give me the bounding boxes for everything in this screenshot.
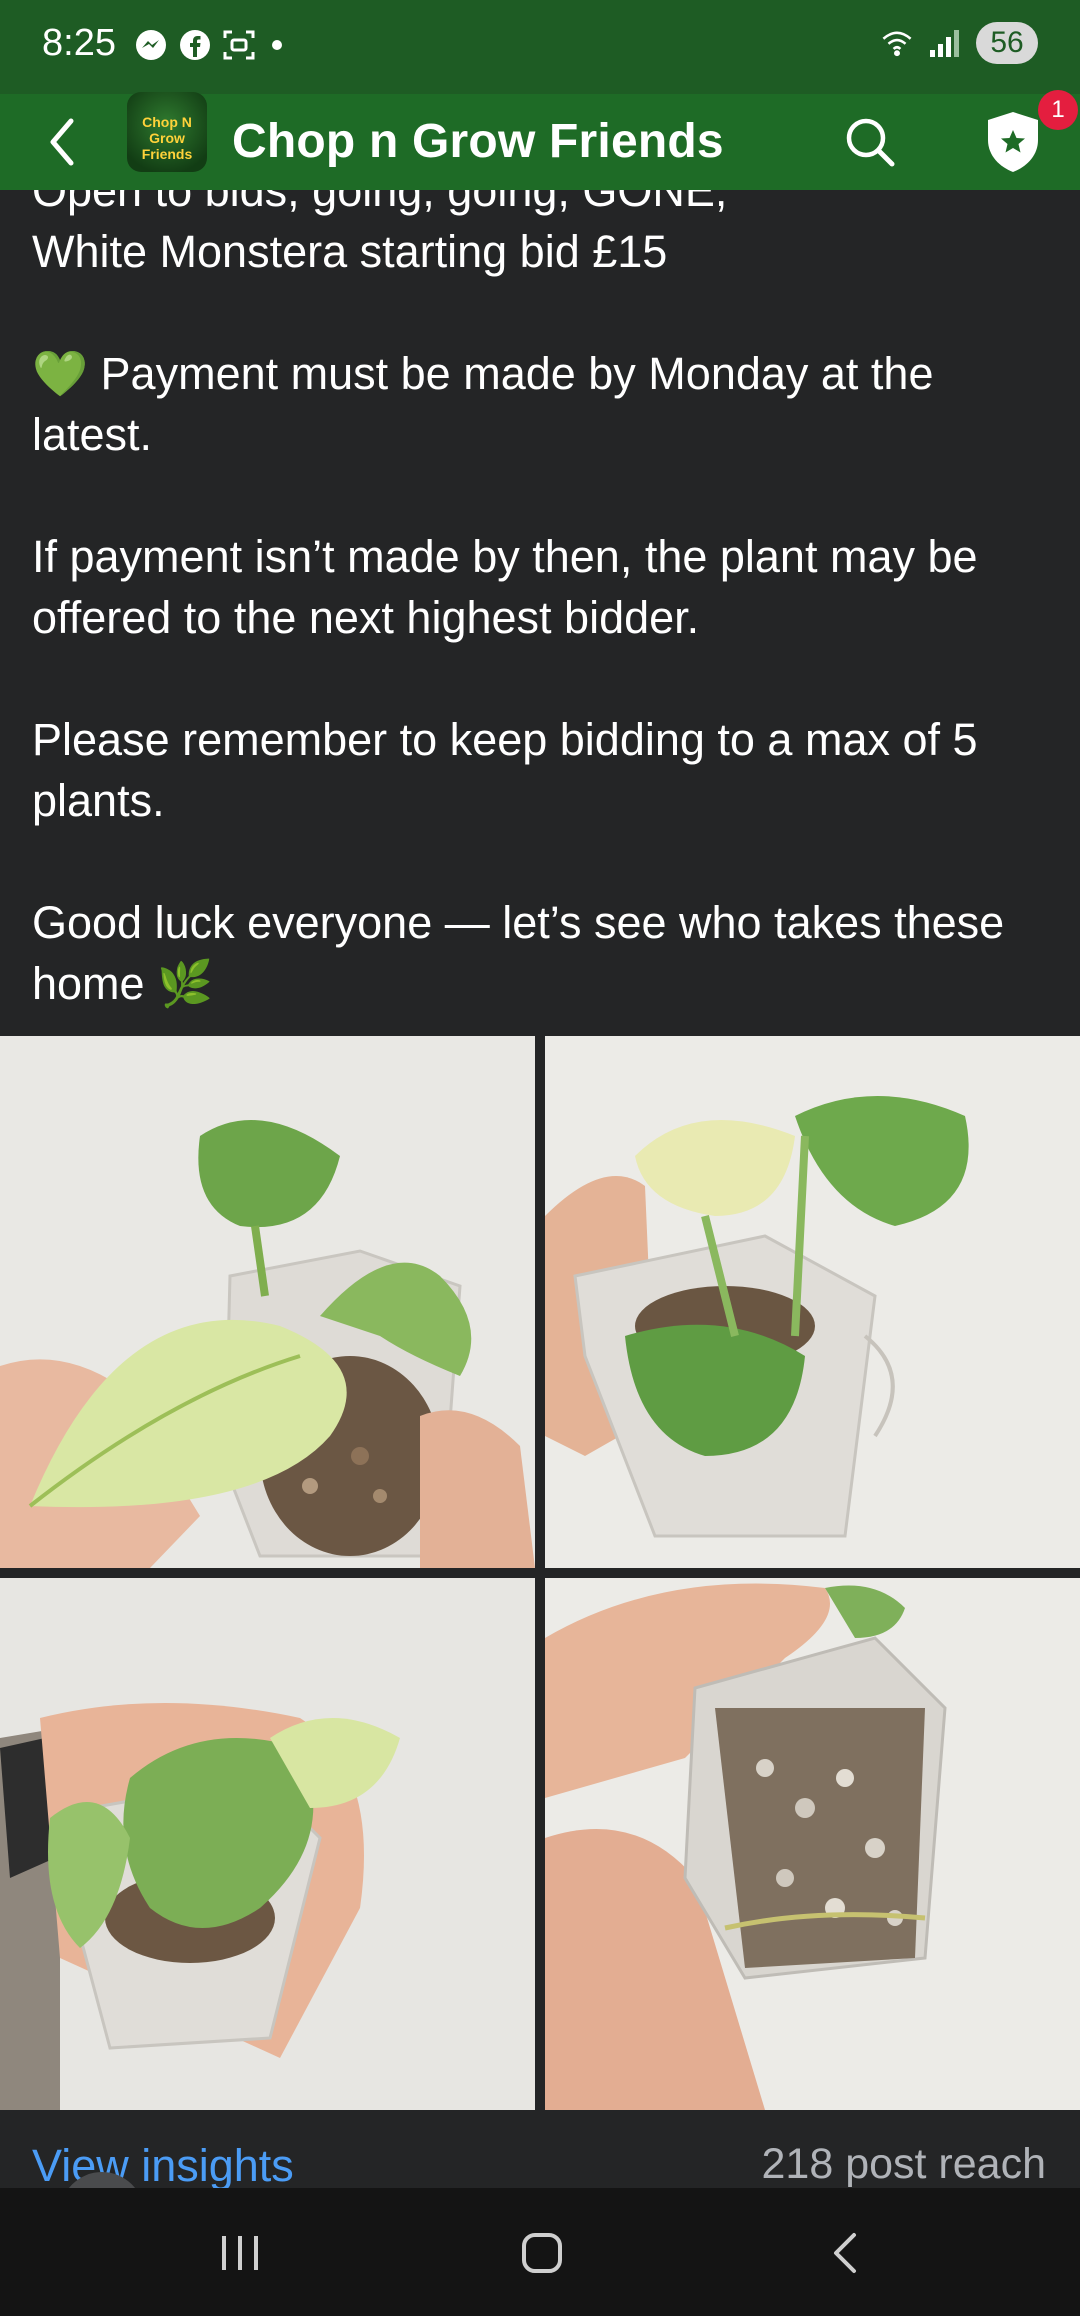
plant-photo-2[interactable] [545, 1036, 1080, 1568]
status-bar: 8:25 56 [0, 0, 1080, 94]
payment-rule-text: If payment isn’t made by then, the plant… [32, 531, 978, 643]
post-body: Open to bids, going, going, GONE, White … [0, 190, 1080, 1036]
admin-tools-button[interactable] [978, 106, 1048, 176]
back-icon [834, 2233, 856, 2273]
payment-text: 💚 Payment must be made by Monday at the … [32, 348, 934, 460]
facebook-icon [178, 28, 212, 62]
post-line-1: Open to bids, going, going, GONE, [32, 190, 728, 216]
notification-icons [134, 28, 282, 62]
post-line-2: White Monstera starting bid £15 [32, 226, 668, 277]
group-name[interactable]: Chop n Grow Friends [232, 114, 724, 169]
battery-indicator: 56 [976, 22, 1038, 64]
herb-icon: 🌿 [157, 958, 214, 1009]
plant-photo-3[interactable] [0, 1578, 535, 2110]
search-icon [846, 118, 895, 167]
max-bid-text: Please remember to keep bidding to a max… [32, 714, 978, 826]
group-avatar[interactable]: Chop N Grow Friends [127, 92, 207, 172]
recent-apps-icon [222, 2236, 258, 2270]
messenger-icon [134, 28, 168, 62]
post-photo-grid [0, 1036, 1080, 2116]
shield-star-icon [988, 112, 1038, 172]
good-luck-text: Good luck everyone — let’s see who takes… [32, 897, 1005, 1009]
insights-row: View insights 218 post reach [0, 2116, 1080, 2191]
chevron-left-icon [50, 118, 74, 166]
search-button[interactable] [840, 112, 900, 172]
plant-photo-1[interactable] [0, 1036, 535, 1568]
screen-capture-icon [222, 28, 256, 62]
system-back-button[interactable] [806, 2218, 886, 2288]
back-button[interactable] [36, 116, 88, 168]
wifi-icon [880, 26, 914, 60]
notification-badge: 1 [1038, 90, 1078, 130]
system-nav-bar [0, 2188, 1080, 2316]
group-logo: Chop N Grow Friends [141, 114, 193, 162]
more-notifications-dot [272, 40, 282, 50]
plant-photo-4[interactable] [545, 1578, 1080, 2110]
signal-icon [928, 26, 962, 60]
green-heart-icon: 💚 [32, 348, 89, 399]
post-text: Open to bids, going, going, GONE, White … [32, 190, 1052, 1014]
system-status: 56 [880, 22, 1038, 64]
home-button[interactable] [502, 2218, 582, 2288]
recent-apps-button[interactable] [200, 2218, 280, 2288]
post-reach-count: 218 post reach [761, 2140, 1046, 2188]
home-icon [522, 2233, 562, 2273]
status-time: 8:25 [42, 22, 116, 64]
